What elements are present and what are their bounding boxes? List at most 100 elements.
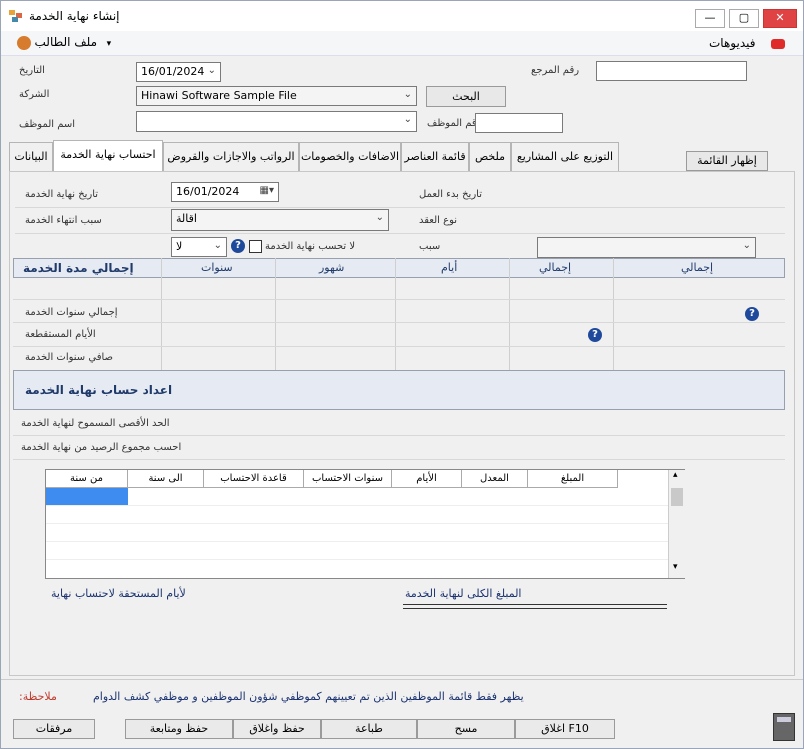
end-date-value: 16/01/2024 <box>176 185 240 198</box>
app-icon <box>9 10 23 22</box>
tab-projects[interactable]: التوزيع على المشاريع <box>511 142 619 171</box>
scroll-down-icon[interactable]: ▾ <box>673 562 678 572</box>
col-calc-rule[interactable]: قاعدة الاحتساب <box>204 470 304 488</box>
menu-bar: ملف الطالب ▾ فيديوهات <box>1 31 803 56</box>
chevron-down-icon: ▾ <box>106 39 112 49</box>
reference-input[interactable] <box>596 61 747 81</box>
chevron-down-icon: ⌄ <box>207 65 216 76</box>
col-total-2: إجمالي <box>681 261 714 274</box>
employee-name-select[interactable]: ⌄ <box>136 111 417 132</box>
end-reason-label: سبب انتهاء الخدمة <box>25 215 102 226</box>
settings-title: اعداد حساب نهاية الخدمة <box>25 383 173 397</box>
max-allowed-label: الحد الأقصى المسموح لنهاية الخدمة <box>21 418 170 429</box>
reason-select[interactable]: ⌄ <box>537 237 756 258</box>
window-title: إنشاء نهاية الخدمة <box>29 9 120 23</box>
end-reason-select[interactable]: اقالة ⌄ <box>171 209 389 231</box>
col-rate[interactable]: المعدل <box>462 470 528 488</box>
scroll-up-icon[interactable]: ▴ <box>673 470 678 480</box>
col-calc-years[interactable]: سنوات الاحتساب <box>304 470 392 488</box>
date-label: التاريخ <box>19 65 45 76</box>
col-days[interactable]: الأيام <box>392 470 462 488</box>
show-list-button[interactable]: إظهار القائمة <box>686 151 768 171</box>
days-due-label: لأيام المستحقة لاحتساب نهاية <box>51 587 186 600</box>
search-button[interactable]: البحث <box>426 86 506 107</box>
note-label: ملاحظة: <box>19 690 57 703</box>
youtube-icon <box>770 39 785 49</box>
calendar-icon: ▦▾ <box>259 185 274 196</box>
col-from-year[interactable]: من سنة <box>46 470 128 488</box>
tab-items[interactable]: قائمة العناصر <box>401 142 469 171</box>
save-close-button[interactable]: حفظ واغلاق <box>233 719 321 739</box>
deducted-days-label: الأيام المستقطعة <box>25 329 96 340</box>
user-icon <box>17 36 31 50</box>
tab-data[interactable]: البيانات <box>9 142 53 171</box>
calculator-icon[interactable] <box>773 713 795 741</box>
help-icon[interactable]: ? <box>231 239 245 253</box>
no-value: لا <box>176 240 183 253</box>
end-date-picker[interactable]: 16/01/2024 ▦▾ <box>171 182 279 202</box>
company-select[interactable]: Hinawi Software Sample File ⌄ <box>136 86 417 106</box>
col-total-1: إجمالي <box>539 261 572 274</box>
close-button[interactable]: F10 اغلاق <box>515 719 615 739</box>
tab-additions[interactable]: الاضافات والخصومات <box>299 142 401 171</box>
date-value: 16/01/2024 <box>141 65 205 78</box>
search-button-label: البحث <box>452 90 480 103</box>
chevron-down-icon: ⌄ <box>742 240 751 251</box>
reference-label: رقم المرجع <box>531 65 580 76</box>
chevron-down-icon: ⌄ <box>403 114 412 125</box>
col-months: شهور <box>319 261 345 274</box>
no-calc-checkbox[interactable] <box>249 240 262 253</box>
reason-label: سبب <box>419 241 441 252</box>
main-window: إنشاء نهاية الخدمة — ▢ ✕ ملف الطالب ▾ في… <box>0 0 804 749</box>
help-icon[interactable]: ? <box>588 328 602 342</box>
table-row[interactable] <box>46 542 669 560</box>
tab-summary[interactable]: ملخص <box>469 142 511 171</box>
student-file-menu[interactable]: ملف الطالب ▾ <box>17 35 111 50</box>
employee-no-input[interactable] <box>475 113 563 133</box>
videos-link[interactable]: فيديوهات <box>709 36 785 50</box>
save-continue-button[interactable]: حفظ ومتابعة <box>125 719 233 739</box>
note-text: يظهر فقط قائمة الموظفين الذين تم تعيينهم… <box>93 690 524 703</box>
student-file-label: ملف الطالب <box>34 35 98 49</box>
title-bar: إنشاء نهاية الخدمة — ▢ ✕ <box>1 1 803 31</box>
no-select[interactable]: لا ⌄ <box>171 237 227 257</box>
date-picker[interactable]: 16/01/2024 ⌄ <box>136 62 221 82</box>
tab-salaries[interactable]: الرواتب والاجازات والقروض <box>163 142 299 171</box>
attachments-button[interactable]: مرفقات <box>13 719 95 739</box>
tab-end-of-service[interactable]: احتساب نهاية الخدمة <box>53 140 163 171</box>
close-window-button[interactable]: ✕ <box>763 9 797 28</box>
table-row[interactable] <box>46 524 669 542</box>
col-years: سنوات <box>201 261 233 274</box>
employee-name-label: اسم الموظف <box>19 119 76 130</box>
clear-button[interactable]: مسح <box>417 719 515 739</box>
calculation-grid[interactable]: من سنة الى سنة قاعدة الاحتساب سنوات الاح… <box>45 469 685 579</box>
maximize-button[interactable]: ▢ <box>729 9 759 28</box>
total-amount-label: المبلغ الكلى لنهاية الخدمة <box>405 587 522 600</box>
print-button[interactable]: طباعة <box>321 719 417 739</box>
net-years-label: صافي سنوات الخدمة <box>25 352 114 363</box>
table-row[interactable] <box>46 506 669 524</box>
table-row[interactable] <box>46 488 669 506</box>
selected-cell[interactable] <box>46 488 128 505</box>
end-reason-value: اقالة <box>176 212 197 225</box>
service-table-title: إجمالي مدة الخدمة <box>23 261 134 275</box>
col-amount[interactable]: المبلغ <box>528 470 618 488</box>
col-to-year[interactable]: الى سنة <box>128 470 204 488</box>
total-amount-underline <box>403 604 667 609</box>
chevron-down-icon: ⌄ <box>403 89 412 100</box>
videos-label: فيديوهات <box>709 36 756 50</box>
total-years-label: إجمالي سنوات الخدمة <box>25 307 118 318</box>
grid-scrollbar[interactable]: ▴ ▾ <box>668 470 685 578</box>
balance-label: احسب مجموع الرصيد من نهاية الخدمة <box>21 442 182 453</box>
no-calc-label: لا تحسب نهاية الخدمة <box>265 241 356 252</box>
chevron-down-icon: ⌄ <box>375 212 384 223</box>
employee-no-label: رقم الموظف <box>427 118 482 129</box>
end-date-label: تاريخ نهاية الخدمة <box>25 189 99 200</box>
company-value: Hinawi Software Sample File <box>141 89 297 102</box>
chevron-down-icon: ⌄ <box>213 240 222 251</box>
start-date-label: تاريخ بدء العمل <box>419 189 482 200</box>
minimize-button[interactable]: — <box>695 9 725 28</box>
company-label: الشركة <box>19 89 50 100</box>
help-icon[interactable]: ? <box>745 307 759 321</box>
scroll-thumb[interactable] <box>671 488 683 506</box>
